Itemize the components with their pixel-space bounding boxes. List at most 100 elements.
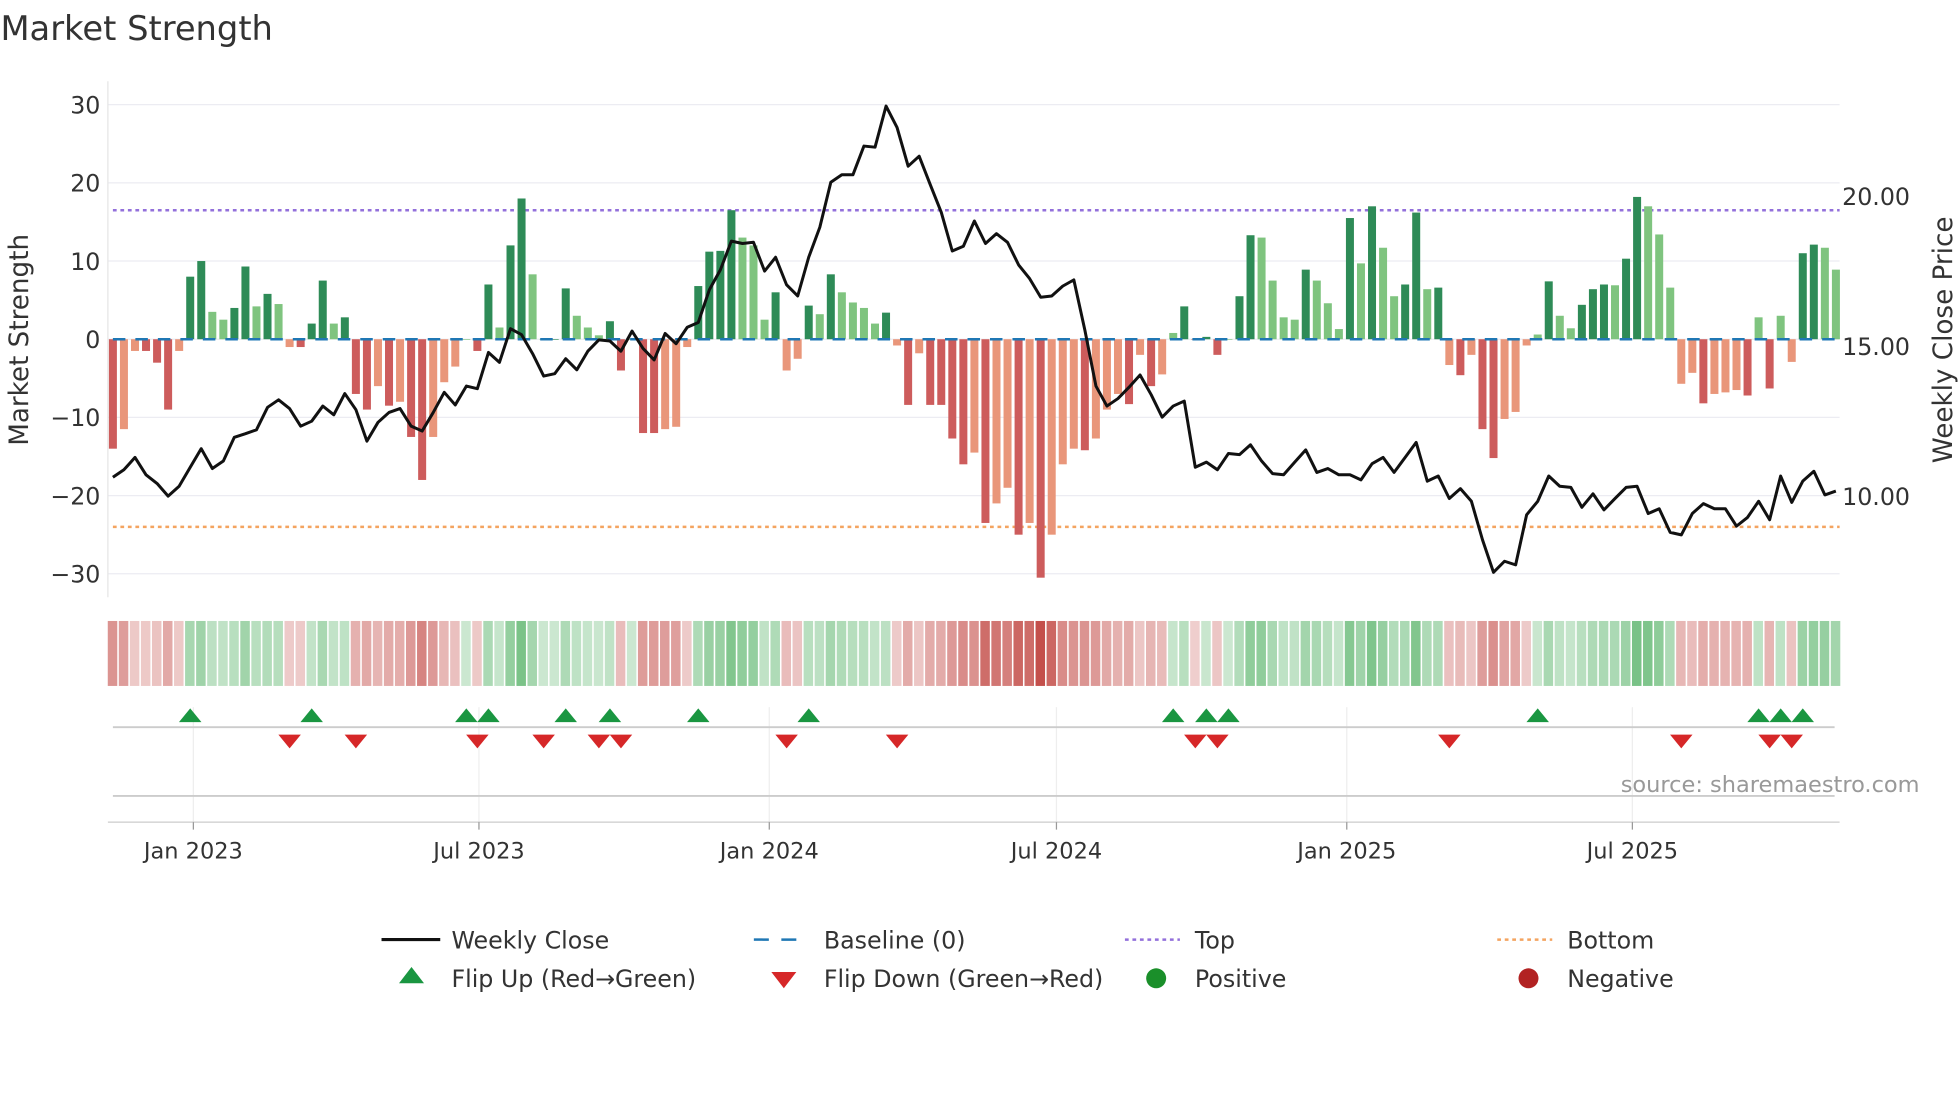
heat-cell [516,620,526,686]
heat-cell [1400,620,1410,686]
heat-cell [914,620,924,686]
heat-cell [1444,620,1454,686]
strength-bar [1732,339,1741,391]
strength-bar [937,339,946,405]
strength-bar [1776,315,1785,340]
heat-cell [505,620,515,686]
heat-cell [1499,620,1509,686]
heat-cell [1654,620,1664,686]
heat-cell [262,620,272,686]
heat-cell [1731,620,1741,686]
strength-bar [1279,317,1288,340]
strength-bar [263,293,272,340]
heat-cell [1344,620,1355,686]
strength-bar [1555,315,1564,340]
strength-bar [429,339,438,437]
strength-bar [1544,281,1553,340]
flip-down-marker [587,734,611,749]
heat-cell [107,620,118,686]
strength-bar [484,284,493,340]
strength-bars [108,196,1840,578]
flip-down-marker [1780,734,1803,749]
flip-up-marker [797,708,820,723]
strength-bar [1577,304,1586,340]
heat-cell [129,620,140,686]
flip-up-marker [1526,708,1549,723]
strength-bar [1213,339,1222,355]
heat-cell [1300,620,1311,686]
heat-cell [1212,620,1222,686]
heat-cell [218,620,228,686]
heat-cell [1388,620,1399,686]
strength-bar [749,245,758,340]
strength-bar [915,339,924,354]
strength-bar [1301,269,1310,340]
heat-cell [792,620,803,686]
strength-bar [948,339,957,439]
heat-cell [1024,620,1035,686]
heat-cell [1145,620,1156,686]
heat-cell [737,620,747,686]
heat-cell [969,620,979,686]
strength-bar [164,339,173,410]
heat-cell [229,620,239,686]
heat-cell [549,620,560,686]
heat-cell [538,620,549,686]
heat-cell [1797,620,1808,686]
flip-down-marker [1184,734,1207,749]
heat-cell [626,620,637,686]
heat-cell [1643,620,1653,686]
heat-cell [1234,620,1244,686]
legend-label: Positive [1195,965,1286,993]
flip-up-marker [1747,708,1770,723]
heat-cell [185,620,195,686]
strength-bar [1058,339,1067,465]
heat-cell [1079,620,1090,686]
strength-bar [1599,284,1608,340]
heat-cell [1190,620,1200,686]
heat-cell [140,620,151,686]
legend-item-bottom: Bottom [1497,926,1654,954]
heat-cell [814,620,825,686]
heat-cell [869,620,880,686]
strength-bar [1445,339,1454,366]
strength-bar [904,339,913,405]
flip-down-marker [466,734,489,749]
heat-cell [704,620,714,686]
strength-bar [385,339,394,406]
strength-bar [661,339,670,430]
heat-cell [1620,620,1631,686]
y-tick-label: 20 [70,170,100,198]
x-tick-label: Jan 2023 [142,838,243,864]
heat-cell [1753,620,1763,686]
heat-cell [1002,620,1012,686]
heat-cell [306,620,317,686]
heat-cell [925,620,935,686]
strength-bar [981,339,990,523]
strength-bar [837,292,846,340]
strength-bar [1113,339,1122,394]
heat-cell [759,620,769,686]
heat-cell [1311,620,1322,686]
heat-cell [494,620,504,686]
strength-bar [1522,339,1531,346]
heat-cell [383,620,394,686]
flip-up-marker [1217,708,1240,723]
legend-item-flip-up: Flip Up (Red→Green) [399,965,696,993]
strength-bar [1633,196,1642,340]
strength-bar [1368,206,1377,340]
heat-cell [350,620,361,686]
heat-cell [1333,620,1344,686]
strength-bar [451,339,460,367]
heat-cell [1355,620,1366,686]
strength-bar [396,339,405,402]
legend-item-top: Top [1124,926,1235,954]
strength-bar [418,339,427,480]
strength-bar [1765,339,1774,389]
heat-cell [1775,620,1786,686]
heat-cell [372,620,383,686]
strength-bar [1345,218,1354,340]
legend-item-baseline: Baseline (0) [753,926,966,954]
strength-bar [1180,306,1189,340]
strength-bar [230,307,239,340]
